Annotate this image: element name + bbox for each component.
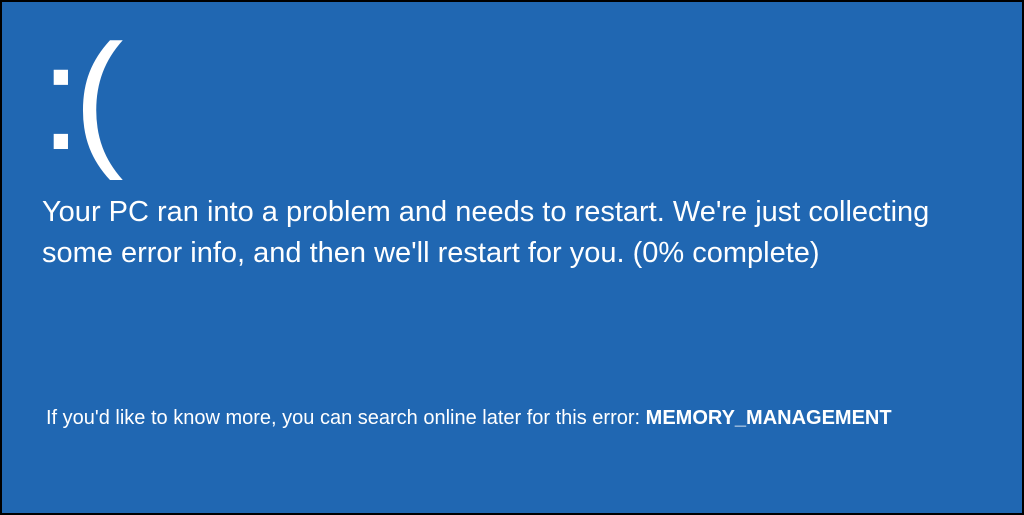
bsod-main-message: Your PC ran into a problem and needs to …: [42, 192, 982, 273]
bsod-more-info: If you'd like to know more, you can sear…: [46, 407, 982, 430]
error-code: MEMORY_MANAGEMENT: [646, 407, 892, 429]
sad-face-icon: :(: [40, 22, 116, 172]
more-info-prefix: If you'd like to know more, you can sear…: [46, 407, 646, 429]
